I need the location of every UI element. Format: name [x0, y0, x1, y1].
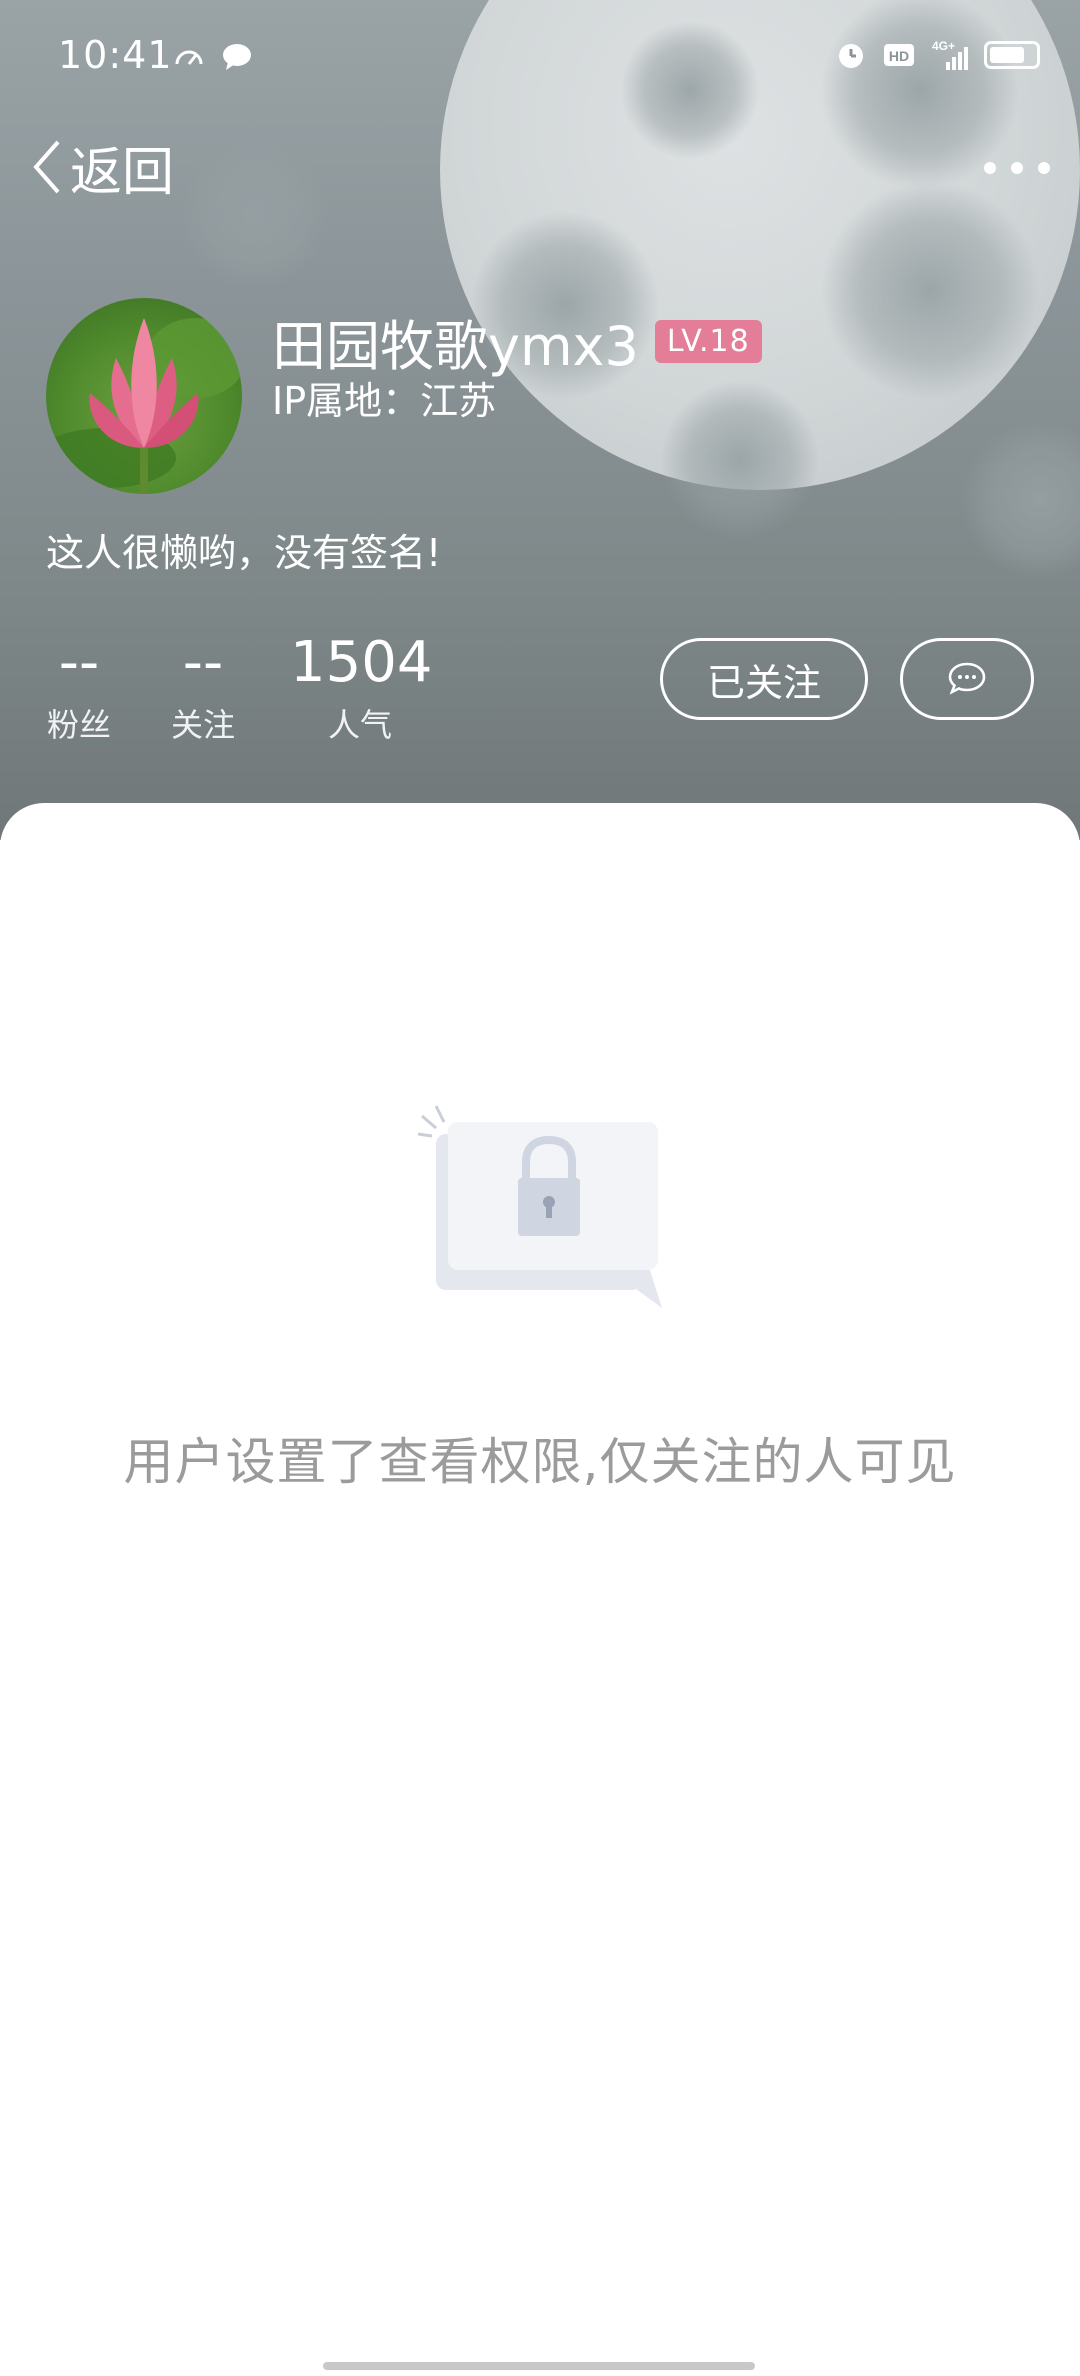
stat-following[interactable]: -- 关注 [168, 628, 238, 746]
content-card [0, 803, 1080, 2376]
follow-button[interactable]: 已关注 [660, 638, 868, 720]
status-bar: 10:41 HD 4G+ [0, 0, 1080, 115]
back-label: 返回 [70, 142, 175, 203]
permission-message: 用户设置了查看权限,仅关注的人可见 [123, 1433, 957, 1491]
back-button[interactable]: 返回 [30, 132, 175, 203]
svg-text:HD: HD [889, 48, 909, 64]
avatar[interactable] [46, 298, 242, 494]
stat-popularity-label: 人气 [327, 706, 392, 744]
svg-text:4G+: 4G+ [932, 39, 955, 53]
battery-icon [984, 41, 1040, 69]
stat-popularity-value: 1504 [290, 630, 433, 695]
stat-fans-label: 粉丝 [46, 706, 111, 744]
more-dots-icon [1011, 162, 1023, 174]
more-dots-icon [1038, 162, 1050, 174]
stat-popularity: 1504 人气 [290, 628, 433, 746]
alarm-icon [839, 44, 863, 68]
chat-bubble-icon [223, 44, 251, 70]
speedometer-icon [175, 50, 203, 65]
stat-fans[interactable]: -- 粉丝 [44, 628, 114, 746]
stat-following-value: -- [182, 630, 224, 695]
stat-fans-value: -- [58, 630, 100, 695]
status-icons-right: HD 4G+ [834, 38, 1040, 72]
message-bubble-icon [948, 662, 986, 695]
signal-4g-icon: 4G+ [932, 39, 968, 70]
flower-decoration [660, 380, 820, 540]
stat-following-label: 关注 [170, 706, 235, 744]
more-options-button[interactable] [984, 150, 1050, 186]
status-time: 10:41 [58, 33, 173, 77]
message-button[interactable] [900, 638, 1034, 720]
flower-decoration [180, 140, 330, 290]
flower-decoration [820, 180, 1040, 400]
signature: 这人很懒哟，没有签名! [46, 531, 442, 575]
home-indicator[interactable] [323, 2362, 755, 2370]
status-icons-left [172, 40, 254, 74]
chevron-left-icon [33, 140, 60, 194]
ip-location: IP属地：江苏 [272, 379, 497, 423]
hd-icon: HD [884, 44, 914, 66]
flower-decoration [960, 420, 1080, 580]
lotus-flower-image [46, 318, 242, 494]
level-badge: LV.18 [654, 320, 762, 363]
lock-icon [417, 1105, 662, 1308]
more-dots-icon [984, 162, 996, 174]
